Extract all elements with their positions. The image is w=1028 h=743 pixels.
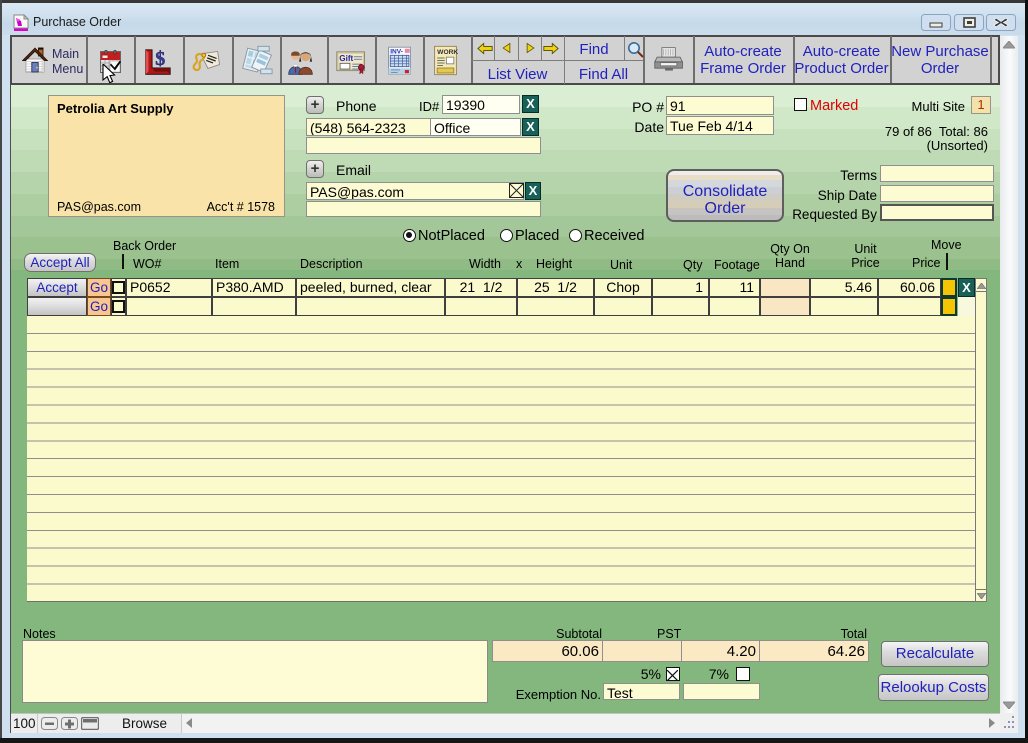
svg-text:Gift: Gift <box>339 54 353 63</box>
svg-text:WORK: WORK <box>437 49 458 56</box>
svg-text:$: $ <box>155 48 165 70</box>
svg-text:INV-: INV- <box>390 49 403 56</box>
